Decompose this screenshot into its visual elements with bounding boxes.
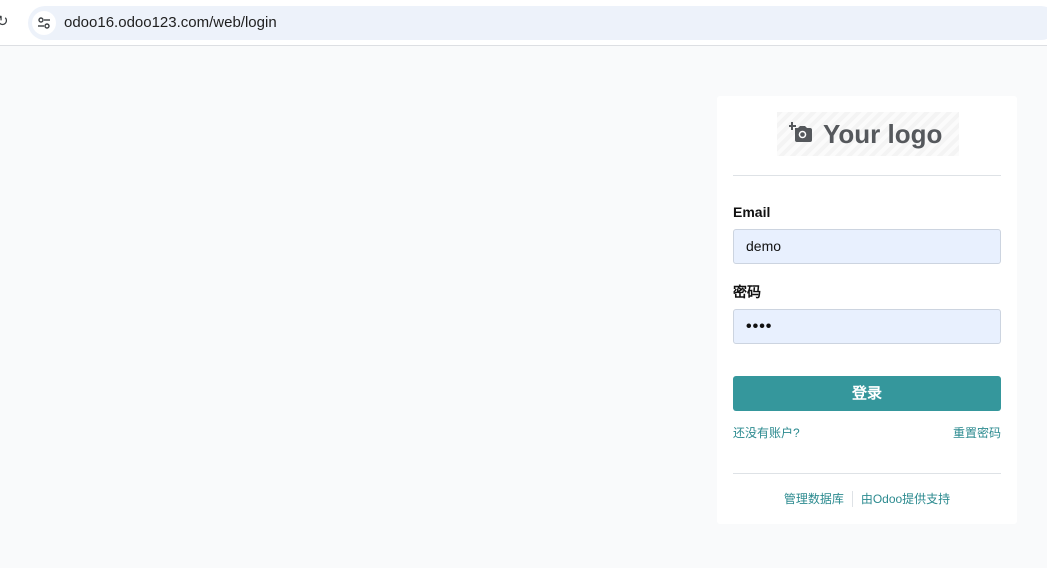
browser-toolbar: ↻ odoo16.odoo123.com/web/login	[0, 0, 1047, 46]
password-field[interactable]: ••••	[733, 309, 1001, 344]
camera-plus-icon	[789, 122, 812, 142]
password-label: 密码	[733, 284, 761, 300]
reload-icon[interactable]: ↻	[0, 13, 10, 31]
address-bar[interactable]: odoo16.odoo123.com/web/login	[28, 6, 1047, 40]
logo-divider	[733, 175, 1001, 176]
logo-text: Your logo	[823, 119, 943, 149]
footer-divider	[733, 473, 1001, 474]
email-field[interactable]: demo	[733, 229, 1001, 264]
company-logo: Your logo	[777, 112, 959, 156]
email-label: Email	[733, 204, 771, 220]
url-text[interactable]: odoo16.odoo123.com/web/login	[64, 13, 277, 33]
powered-by-odoo-link[interactable]: 由Odoo提供支持	[861, 492, 950, 506]
site-info-icon[interactable]	[32, 11, 56, 35]
login-card: Your logo Email demo 密码 •••• 登录 还没有账户? 重…	[717, 96, 1017, 524]
manage-database-link[interactable]: 管理数据库	[784, 492, 844, 506]
signup-link[interactable]: 还没有账户?	[733, 425, 800, 441]
login-button[interactable]: 登录	[733, 376, 1001, 411]
reset-password-link[interactable]: 重置密码	[953, 425, 1001, 441]
footer-links: 管理数据库 由Odoo提供支持	[717, 491, 1017, 507]
footer-separator	[851, 491, 853, 507]
